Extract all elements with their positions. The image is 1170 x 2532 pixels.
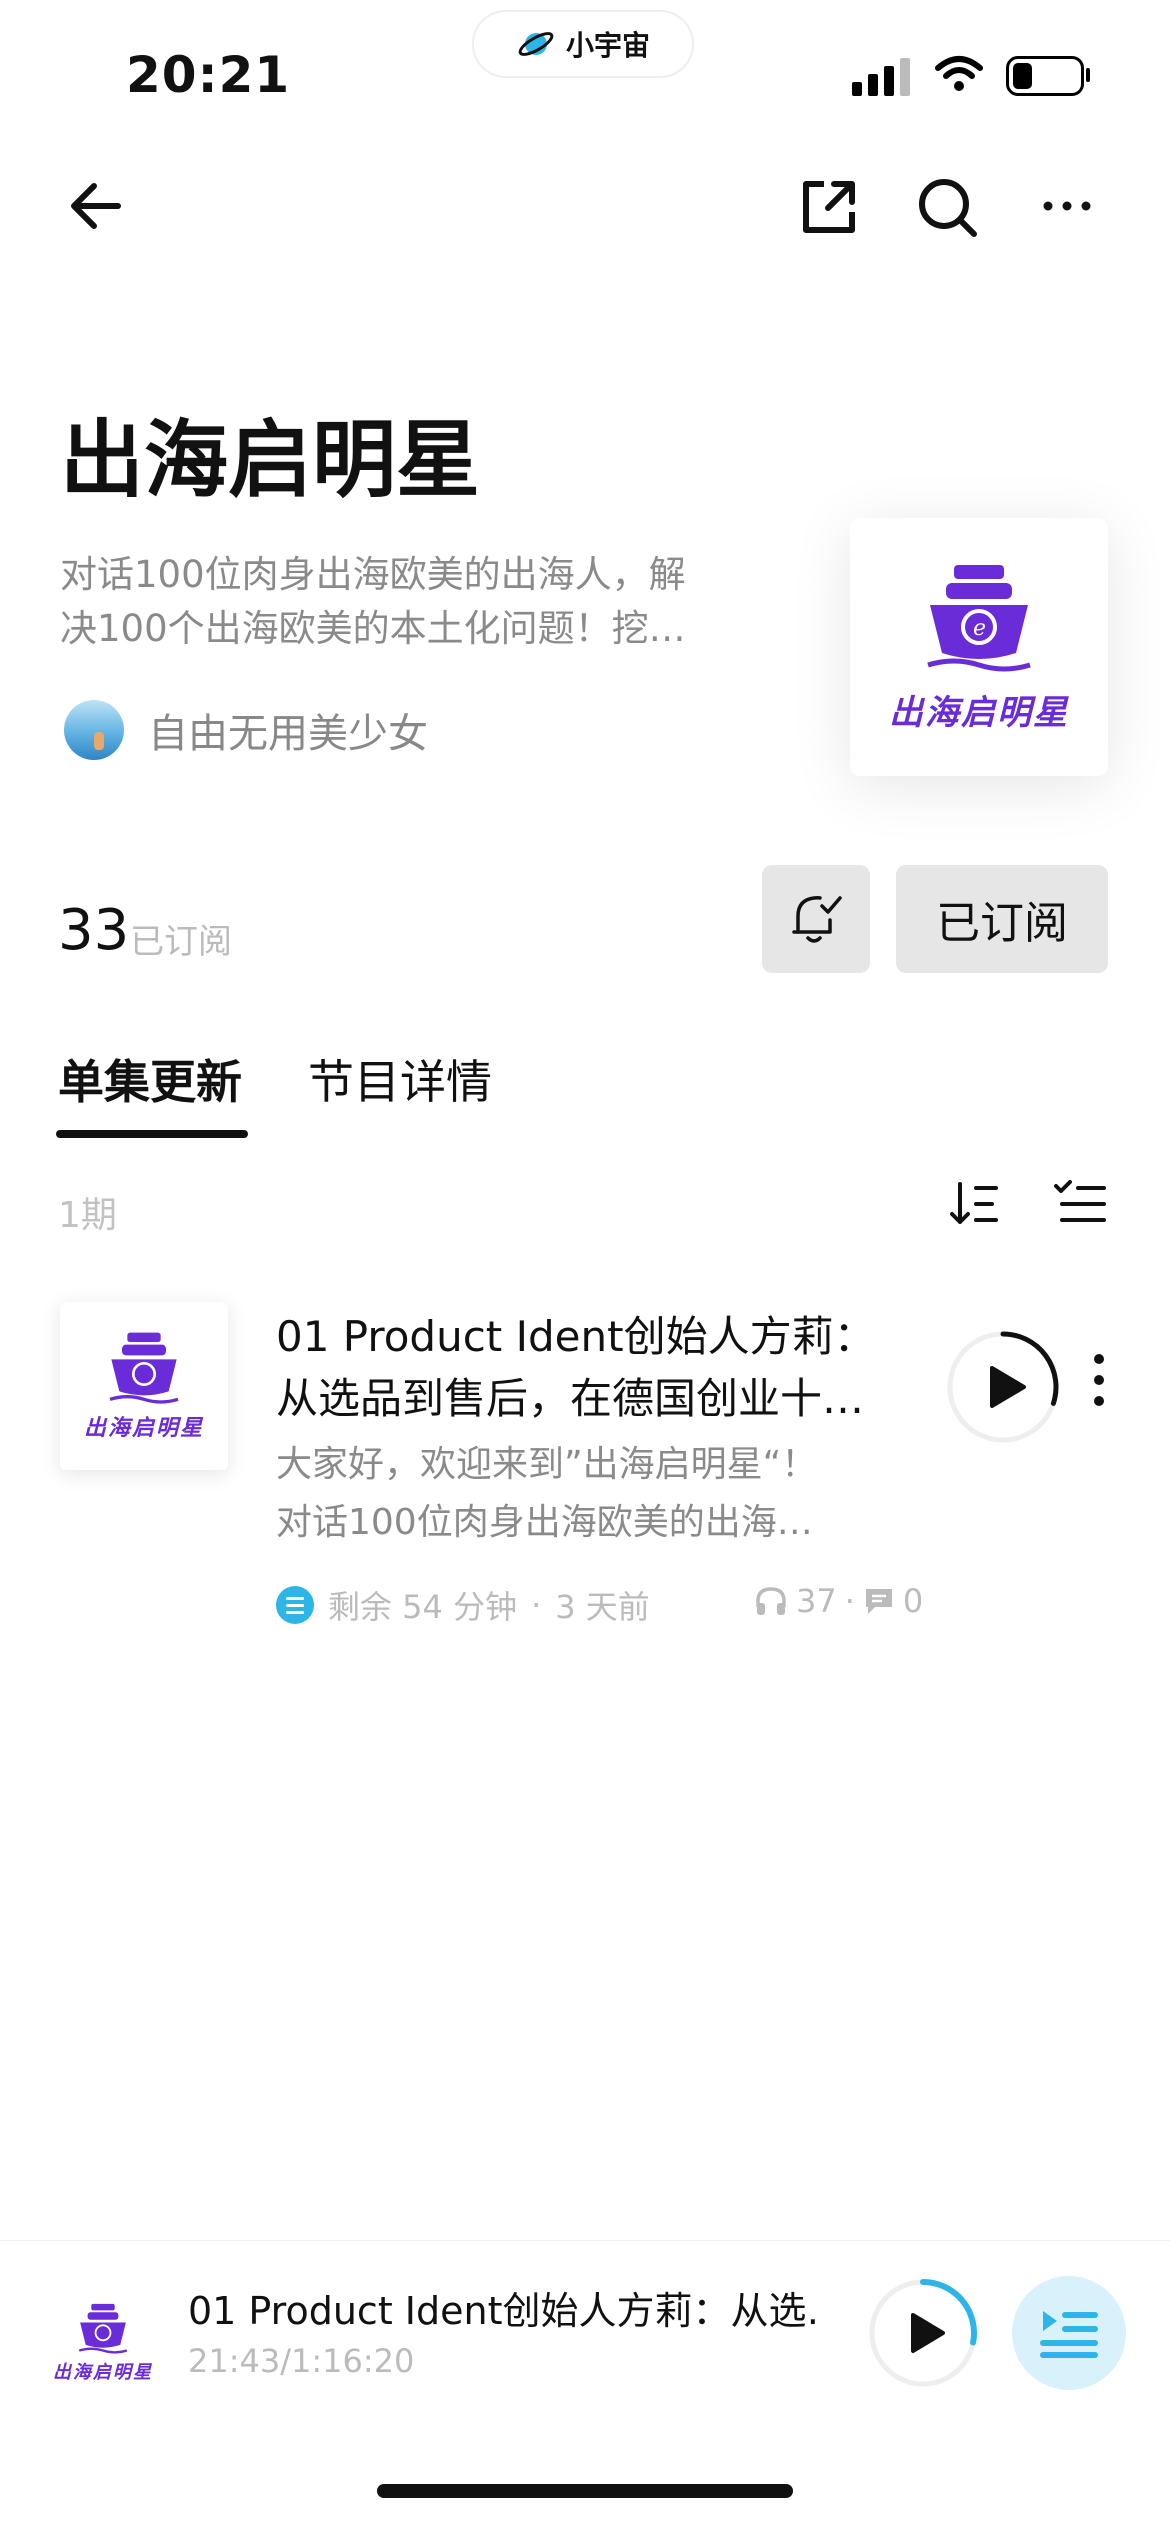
ship-logo-icon [109, 1332, 179, 1404]
tab-details[interactable]: 节目详情 [308, 1046, 492, 1112]
mini-player[interactable] [0, 2240, 1170, 2471]
author-row[interactable]: 自由无用美少女 [64, 700, 428, 760]
subscribed-button[interactable]: 已订阅 [896, 865, 1108, 973]
battery-icon [1006, 56, 1084, 96]
bell-check-icon [792, 896, 842, 943]
playlist-queue-button[interactable] [1012, 2276, 1126, 2390]
comment-icon [865, 1589, 892, 1614]
share-icon[interactable] [798, 176, 860, 238]
description-line: 对话100位肉身出海欧美的出海人，解 [60, 553, 686, 596]
sort-order-icon[interactable] [948, 1178, 1000, 1230]
search-icon[interactable] [916, 176, 980, 240]
more-dots-icon[interactable] [1042, 198, 1092, 214]
player-play-button[interactable] [866, 2276, 980, 2390]
headphones-icon [756, 1587, 786, 1615]
episode-title-line: 从选品到售后，在德国创业十… [276, 1374, 865, 1423]
comment-count: 0 [902, 1582, 924, 1620]
podcast-description[interactable]: 对话100位肉身出海欧美的出海人，解 决100个出海欧美的本土化问题！挖… [60, 548, 780, 656]
episode-more-icon[interactable] [1094, 1354, 1104, 1406]
meta-separator: · [531, 1586, 542, 1624]
player-title[interactable]: 01 Product Ident创始人方莉：从选… [188, 2280, 818, 2335]
author-name: 自由无用美少女 [148, 711, 428, 757]
player-time: 21:43/1:16:20 [188, 2342, 415, 2380]
player-cover[interactable]: 出海启明星 [44, 2284, 162, 2402]
podcast-title: 出海启明星 [60, 411, 481, 509]
play-icon [990, 1366, 1026, 1408]
cellular-signal-icon [852, 58, 910, 96]
status-time: 20:21 [126, 46, 291, 104]
listen-count: 37 [796, 1582, 837, 1620]
episode-title[interactable]: 01 Product Ident创始人方莉： 从选品到售后，在德国创业十… [276, 1306, 912, 1430]
episode-description: 大家好，欢迎来到”出海启明星“！ 对话100位肉身出海欧美的出海… [276, 1436, 896, 1552]
tab-episodes[interactable]: 单集更新 [58, 1046, 242, 1112]
planet-icon [518, 32, 554, 56]
cover-logo-text: 出海启明星 [889, 692, 1069, 733]
ship-logo-icon [78, 2303, 128, 2354]
home-indicator [377, 2484, 793, 2498]
dynamic-island[interactable]: 小宇宙 [472, 10, 694, 78]
episode-cover[interactable]: 出海启明星 [60, 1302, 228, 1470]
playlist-icon [1040, 2311, 1098, 2358]
podcast-cover[interactable]: e 出海启明星 [850, 518, 1108, 776]
transcript-icon [276, 1586, 314, 1624]
active-tab-indicator [56, 1130, 248, 1138]
player-cover-text: 出海启明星 [53, 2362, 153, 2383]
stats-separator: · [844, 1582, 855, 1620]
subscriber-count-label: 已订阅 [130, 922, 232, 962]
avatar [64, 700, 124, 760]
checklist-icon[interactable] [1052, 1178, 1108, 1230]
episode-cover-text: 出海启明星 [83, 1415, 204, 1441]
episode-desc-line: 大家好，欢迎来到”出海启明星“！ [276, 1444, 818, 1485]
island-label: 小宇宙 [565, 29, 650, 62]
published-time: 3 天前 [555, 1588, 650, 1626]
episode-title-line: 01 Product Ident创始人方莉： [276, 1312, 876, 1361]
episode-stats: 37 · 0 [754, 1582, 923, 1620]
notification-bell-button[interactable] [762, 865, 870, 973]
subscriber-count: 33 [58, 898, 130, 963]
episode-count: 1期 [58, 1195, 117, 1236]
episode-play-button[interactable] [944, 1328, 1062, 1446]
episode-desc-line: 对话100位肉身出海欧美的出海… [276, 1502, 813, 1543]
battery-tip [1086, 68, 1090, 82]
episode-meta: 剩余 54 分钟 · 3 天前 [276, 1582, 650, 1628]
arrow-left-icon[interactable] [66, 180, 126, 232]
description-line: 决100个出海欧美的本土化问题！挖… [60, 607, 686, 650]
wifi-icon [935, 56, 983, 91]
play-icon [911, 2313, 945, 2353]
svg-text:e: e [973, 616, 986, 641]
ship-logo-icon: e [927, 564, 1031, 671]
remaining-time: 剩余 54 分钟 [328, 1588, 518, 1626]
